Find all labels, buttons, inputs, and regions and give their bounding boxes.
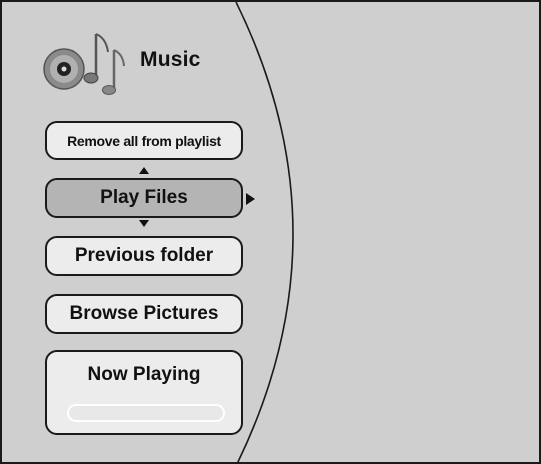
- music-header: Music: [42, 24, 222, 104]
- now-playing-label: Now Playing: [87, 364, 201, 385]
- right-arrow-icon: [246, 193, 255, 205]
- now-playing-panel: Now Playing: [45, 350, 243, 435]
- progress-bar: [67, 404, 225, 422]
- music-notes-disc-icon: [43, 33, 125, 95]
- down-arrow-icon: [139, 220, 149, 227]
- page-title: Music: [140, 48, 201, 71]
- remove-all-from-playlist-button[interactable]: Remove all from playlist: [45, 121, 243, 160]
- play-files-button[interactable]: Play Files: [45, 178, 243, 218]
- up-arrow-icon: [139, 167, 149, 174]
- previous-folder-button[interactable]: Previous folder: [45, 236, 243, 276]
- music-menu-screen: Music Remove all from playlist Play File…: [0, 0, 541, 464]
- browse-pictures-button[interactable]: Browse Pictures: [45, 294, 243, 334]
